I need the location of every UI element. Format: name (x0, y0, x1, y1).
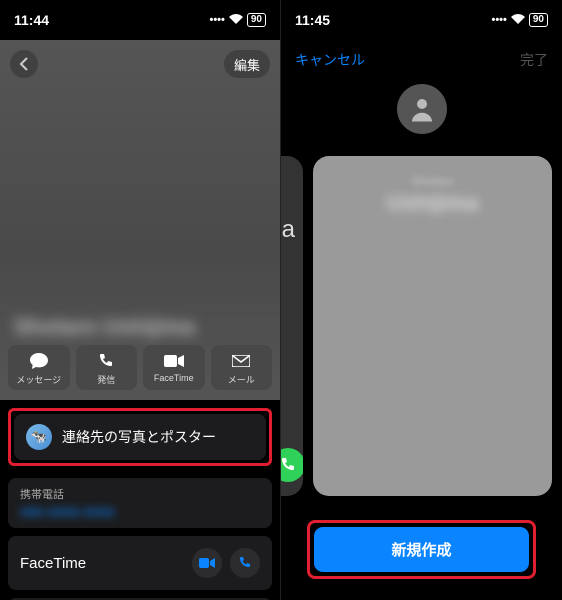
facetime-label: FaceTime (154, 373, 194, 383)
action-row: メッセージ 発信 FaceTime メール (0, 339, 280, 400)
facetime-audio-button[interactable] (230, 548, 260, 578)
status-bar: 11:45 •••• 90 (281, 0, 562, 40)
signal-icon: •••• (209, 14, 224, 26)
poster-lastname: Ushijima (387, 190, 479, 216)
battery-icon: 90 (247, 13, 266, 27)
facetime-video-button[interactable] (192, 548, 222, 578)
message-icon (30, 351, 48, 371)
status-indicators: •••• 90 (209, 13, 266, 27)
wifi-icon (229, 14, 243, 27)
status-time: 11:44 (14, 12, 49, 28)
mail-button[interactable]: メール (211, 345, 273, 390)
poster-carousel[interactable]: a Shotaro Ushijima (281, 146, 562, 506)
phone-label: 携帯電話 (20, 486, 260, 502)
signal-icon: •••• (491, 14, 506, 26)
photo-poster-label: 連絡先の写真とポスター (62, 427, 216, 447)
mail-icon (232, 351, 250, 371)
wifi-icon (511, 14, 525, 27)
create-new-button[interactable]: 新規作成 (314, 527, 529, 572)
create-highlight: 新規作成 (307, 520, 536, 579)
facetime-button[interactable]: FaceTime (143, 345, 205, 390)
message-label: メッセージ (16, 373, 61, 386)
dim-letter: a (282, 216, 295, 244)
poster-card-previous[interactable]: a (281, 156, 303, 496)
highlight-wrap: 🐄 連絡先の写真とポスター (0, 400, 280, 474)
phone-value: 090-0000-0000 (20, 504, 260, 520)
poster-card-current[interactable]: Shotaro Ushijima (313, 156, 552, 496)
status-bar: 11:44 •••• 90 (0, 0, 280, 40)
phone-section[interactable]: 携帯電話 090-0000-0000 (8, 478, 272, 528)
highlight-border: 🐄 連絡先の写真とポスター (8, 408, 272, 466)
call-label: 発信 (97, 373, 115, 386)
editor-nav: キャンセル 完了 (281, 40, 562, 80)
cancel-button[interactable]: キャンセル (295, 50, 365, 70)
facetime-section: FaceTime (8, 536, 272, 590)
contact-detail-screen: 11:44 •••• 90 編集 Shotaro Ushijima メッセージ (0, 0, 281, 600)
poster-icon: 🐄 (26, 424, 52, 450)
contact-header: 編集 Shotaro Ushijima メッセージ 発信 FaceTime (0, 40, 280, 400)
photo-poster-row[interactable]: 🐄 連絡先の写真とポスター (14, 414, 266, 460)
poster-firstname: Shotaro (411, 174, 453, 188)
message-button[interactable]: メッセージ (8, 345, 70, 390)
call-icon (281, 448, 303, 482)
status-time: 11:45 (295, 12, 330, 28)
phone-icon (98, 351, 114, 371)
edit-label: 編集 (234, 55, 260, 74)
avatar[interactable] (397, 84, 447, 134)
contact-name: Shotaro Ushijima (14, 314, 195, 340)
done-button[interactable]: 完了 (520, 50, 548, 70)
call-button[interactable]: 発信 (76, 345, 138, 390)
status-indicators: •••• 90 (491, 13, 548, 27)
facetime-section-label: FaceTime (20, 555, 86, 572)
edit-button[interactable]: 編集 (224, 50, 270, 78)
create-new-label: 新規作成 (391, 542, 451, 559)
battery-icon: 90 (529, 13, 548, 27)
video-icon (164, 351, 184, 371)
back-button[interactable] (10, 50, 38, 78)
mail-label: メール (228, 373, 255, 386)
poster-editor-screen: 11:45 •••• 90 キャンセル 完了 a Shotaro Ushijim… (281, 0, 562, 600)
create-wrap: 新規作成 (281, 506, 562, 579)
